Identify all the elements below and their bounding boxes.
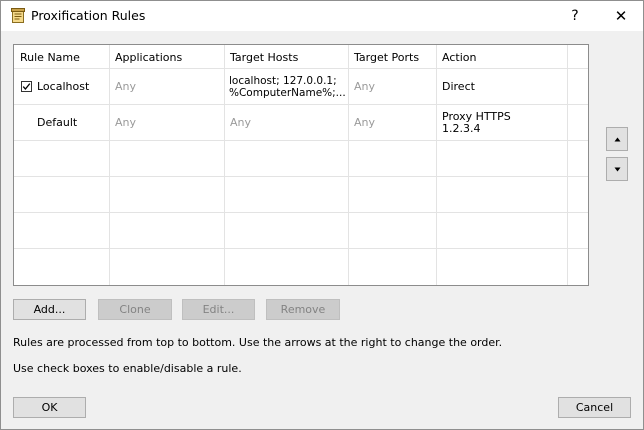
row-divider <box>14 68 588 69</box>
row-divider <box>14 140 588 141</box>
ok-button[interactable]: OK <box>13 397 86 418</box>
row-divider <box>14 104 588 105</box>
rule-enabled-checkbox[interactable] <box>21 81 32 92</box>
cancel-button[interactable]: Cancel <box>558 397 631 418</box>
column-divider <box>436 45 437 285</box>
close-button[interactable]: ✕ <box>598 1 644 31</box>
column-divider <box>567 45 568 285</box>
rule-name: Default <box>37 116 78 129</box>
rule-applications: Any <box>115 116 137 129</box>
rules-table[interactable]: Rule Name Applications Target Hosts Targ… <box>13 44 589 286</box>
rule-action: Proxy HTTPS 1.2.3.4 <box>442 110 511 135</box>
triangle-down-icon <box>614 167 620 171</box>
rule-applications: Any <box>115 80 137 93</box>
rule-target-hosts: Any <box>230 116 252 129</box>
edit-button[interactable]: Edit... <box>182 299 255 320</box>
column-header-target-ports[interactable]: Target Ports <box>354 51 419 64</box>
column-header-target-hosts[interactable]: Target Hosts <box>230 51 298 64</box>
row-divider <box>14 248 588 249</box>
order-info-text: Rules are processed from top to bottom. … <box>13 336 503 349</box>
column-divider <box>109 45 110 285</box>
close-icon: ✕ <box>614 7 628 25</box>
add-button[interactable]: Add... <box>13 299 86 320</box>
rule-target-hosts: localhost; 127.0.0.1; %ComputerName%;... <box>229 75 346 99</box>
column-header-action[interactable]: Action <box>442 51 476 64</box>
column-divider <box>348 45 349 285</box>
clone-button[interactable]: Clone <box>98 299 172 320</box>
column-header-applications[interactable]: Applications <box>115 51 182 64</box>
triangle-up-icon <box>614 137 620 141</box>
rule-target-ports: Any <box>354 116 376 129</box>
proxification-rules-window: Proxification Rules ? ✕ Rule Name Applic… <box>0 0 644 430</box>
rule-target-ports: Any <box>354 80 376 93</box>
row-divider <box>14 212 588 213</box>
column-header-rule-name[interactable]: Rule Name <box>20 51 80 64</box>
rule-action: Direct <box>442 80 475 93</box>
window-title: Proxification Rules <box>31 8 146 23</box>
proxifier-rules-icon <box>10 8 26 24</box>
checkmark-icon <box>22 83 31 90</box>
row-divider <box>14 176 588 177</box>
help-button[interactable]: ? <box>552 1 598 31</box>
checkbox-info-text: Use check boxes to enable/disable a rule… <box>13 362 242 375</box>
move-down-button[interactable] <box>606 157 628 181</box>
title-bar: Proxification Rules ? ✕ <box>1 1 643 31</box>
move-up-button[interactable] <box>606 127 628 151</box>
rule-name: Localhost <box>37 80 90 93</box>
column-divider <box>224 45 225 285</box>
help-icon: ? <box>571 8 579 24</box>
remove-button[interactable]: Remove <box>266 299 340 320</box>
